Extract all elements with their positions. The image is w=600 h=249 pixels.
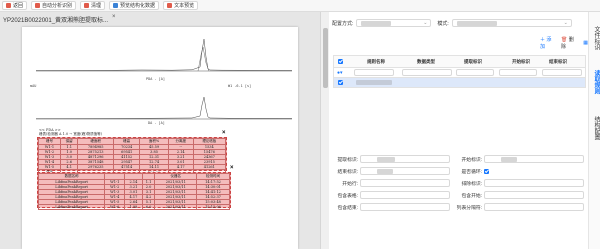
filter-extract-id[interactable] [456,69,494,76]
col-split-field[interactable] [484,203,584,211]
extract-id-field[interactable] [360,155,450,163]
chart-1-label: PDA - [A] [146,77,165,81]
row-checkbox[interactable] [338,80,343,85]
check-table-field[interactable] [360,191,450,199]
col-split-label: 列表分隔符: [456,205,482,211]
table-2-region[interactable]: 数据名称 仪器名 检测时间 LibfmsPeakReport W1-1 2.14 1.1 2… [37,172,231,210]
col-data-type: 数据类型 [417,58,435,64]
form-row: 包含表格: 包含开始: [330,191,584,199]
text-icon [167,3,173,8]
grid-header: 规则名称 数据类型 提取标识 开始标识 结束标识 [334,56,585,68]
col-extract-id: 提取标识 [464,58,482,64]
add-button[interactable]: ＋ 添加 [540,36,555,50]
redacted-value [377,169,393,174]
table-1-close-icon[interactable]: × [222,130,226,136]
tab-structure-config[interactable]: 结构配置 [591,116,599,140]
filter-start-id[interactable] [499,69,537,76]
chromatogram-1 [35,38,293,72]
close-icon[interactable]: × [112,14,116,20]
table-2-close-icon[interactable]: × [230,165,234,171]
filter-data-type[interactable] [402,69,452,76]
clear-icon [84,3,90,8]
tab-read-rules[interactable]: 读取规则 [591,70,599,94]
delete-button[interactable]: 🗑 删除 [561,36,577,50]
chart-2-label: DA - [A] [148,121,165,125]
redacted-value [377,157,395,162]
redacted-value [501,157,517,162]
analyze-icon [35,3,41,8]
form-row: 包含结束: 列表分隔符: [330,203,584,211]
scrollbar-thumb[interactable] [323,28,328,88]
rules-grid: 规则名称 数据类型 提取标识 开始标识 结束标识 ●▾ [333,55,586,88]
form-row: 提取标识: 开始标识: [330,155,584,163]
chevron-down-icon: ⌄ [563,20,568,26]
table-1-region[interactable]: 峰号 保留 峰面积 峰高 面积% 分离度 理论塔板 W1-1 1.1 7894985 70234 4… [37,137,227,176]
col-end-id: 结束标识 [549,58,567,64]
redacted-value [361,21,392,26]
filter-end-id[interactable] [542,69,582,76]
chromatogram-2 [35,96,293,120]
col-start-id: 开始标识 [512,58,530,64]
redacted-value [456,21,497,26]
filter-rule-name[interactable] [354,69,394,76]
start-id-field[interactable] [484,155,584,163]
back-icon [6,3,11,8]
vertical-scrollbar[interactable] [320,12,329,249]
extract-id-label: 提取标识: [337,157,358,163]
template-select[interactable]: ⌄ [451,19,572,27]
template-label: 模式: [437,20,449,27]
exclude-field[interactable] [484,179,584,187]
loop-label: 是否循环: [461,169,482,175]
grid-actions: ＋ 添加 🗑 删除 ▦ [540,36,588,50]
check-start-label: 包含开始: [461,193,482,199]
config-mode-label: 配置方式: [332,20,354,27]
exclude-label: 排除标识: [461,181,482,187]
filter-icon[interactable]: ●▾ [337,70,343,76]
end-id-label: 结束标识: [337,169,358,175]
filter-row: ●▾ [334,68,585,78]
config-mode-row: 配置方式: ⌄ 模式: ⌄ [332,19,572,27]
form-row: 开始行: 排除标识: [330,179,584,187]
form-row: 结束标识: 是否循环: [330,167,489,175]
table-row[interactable] [334,78,585,87]
col-rule-name: 规则名称 [367,58,385,64]
clear-button[interactable]: 清理 [80,1,106,10]
chevron-down-icon: ⌄ [423,20,428,26]
table-row: LibfmsPeakReport W1-6 1.98 6.0 2021/03/11 15:… [37,204,230,210]
preview-icon [113,3,119,8]
start-row-field[interactable] [360,179,450,187]
end-id-field[interactable] [360,167,450,175]
peak-table: 峰号 保留 峰面积 峰高 面积% 分离度 理论塔板 W1-1 1.1 7894985 70234 4… [37,138,227,176]
toolbar: 返回 自动分析识别 清理 预览结构化数据 文本预览 [0,0,600,12]
sample-table: 数据名称 仪器名 检测时间 LibfmsPeakReport W1-1 2.14 1.1 2… [37,173,230,210]
check-start-field[interactable] [484,191,584,199]
check-end-label: 包含结束: [337,205,358,211]
start-id-label: 开始标识: [461,157,482,163]
check-end-field[interactable] [360,203,450,211]
document-viewer: YP2021B0022001_黄双湘熊胆提取标... × PDA - [A] m… [0,12,329,249]
start-row-label: 开始行: [342,181,358,187]
document-page: PDA - [A] mAU W1 -6.1 [s] DA - [A] << PD… [22,27,298,249]
loop-checkbox[interactable] [484,168,489,174]
tab-file-id[interactable]: 文件标识 [591,26,599,50]
side-tabs: 文件标识 读取规则 结构配置 [588,12,600,249]
preview-structured-button[interactable]: 预览结构化数据 [109,1,160,10]
auto-analyze-button[interactable]: 自动分析识别 [31,1,77,10]
redacted-value [356,80,392,85]
text-preview-button[interactable]: 文本预览 [163,1,199,10]
check-table-label: 包含表格: [337,193,358,199]
back-button[interactable]: 返回 [2,1,28,10]
select-all-checkbox[interactable] [338,59,343,64]
config-mode-select[interactable]: ⌄ [356,19,432,27]
config-panel: 配置方式: ⌄ 模式: ⌄ ＋ 添加 🗑 删除 ▦ 规则名称 数据类型 提取标识… [330,12,588,249]
file-name: YP2021B0022001_黄双湘熊胆提取标... [3,18,109,24]
